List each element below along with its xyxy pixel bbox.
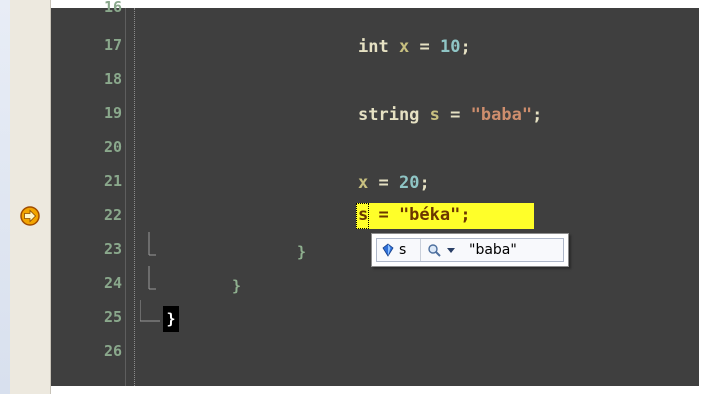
editor-surface[interactable] [51, 8, 699, 386]
line-number: 25 [103, 308, 122, 326]
identifier: x [358, 173, 369, 193]
line-number: 16 [103, 0, 122, 16]
keyword: string [358, 105, 420, 125]
indicator-margin[interactable] [10, 0, 51, 394]
field-icon [382, 243, 394, 257]
operator: = [450, 105, 461, 125]
current-statement-arrow-icon[interactable] [20, 206, 40, 226]
identifier: s [429, 105, 440, 125]
line-number: 20 [103, 138, 122, 156]
keyword: int [358, 37, 389, 57]
datatip-separator [420, 239, 421, 261]
datatip-value[interactable]: "baba" [469, 242, 517, 258]
closing-brace: } [232, 277, 242, 295]
number-literal: 10 [439, 37, 461, 57]
semicolon: ; [532, 105, 543, 125]
closing-brace: } [297, 243, 307, 261]
line-number: 19 [103, 104, 122, 122]
code-line-17[interactable]: int x = 10; [358, 37, 471, 57]
line-number: 17 [103, 36, 122, 54]
line-number: 18 [103, 70, 122, 88]
code-line-22[interactable]: s = "béka"; [358, 205, 471, 225]
line-number: 22 [103, 206, 122, 224]
identifier: x [398, 37, 410, 57]
string-literal: "baba" [470, 105, 533, 125]
line-number: 23 [103, 240, 122, 258]
chevron-down-icon[interactable] [447, 248, 455, 253]
window-right-border [699, 0, 707, 394]
magnifier-icon[interactable] [427, 243, 443, 257]
code-editor-window [0, 0, 707, 394]
line-number: 24 [103, 274, 122, 292]
window-bottom-border [51, 386, 699, 394]
operator: = [419, 37, 430, 57]
code-line-21[interactable]: x = 20; [358, 173, 430, 193]
operator: = [378, 173, 389, 193]
line-number: 26 [103, 342, 122, 360]
datatip-variable-name: s [399, 242, 407, 258]
datatip-row[interactable]: s "baba" [376, 238, 564, 262]
matched-closing-brace: } [163, 306, 179, 332]
semicolon: ; [460, 37, 471, 57]
number-literal: 20 [399, 173, 420, 193]
line-number: 21 [103, 172, 122, 190]
semicolon: ; [419, 173, 430, 193]
line-number-separator [125, 8, 126, 386]
code-line-19[interactable]: string s = "baba"; [358, 105, 542, 125]
outlining-end-markers [140, 232, 160, 322]
outlining-guide [134, 8, 135, 386]
datatip-popup[interactable]: s "baba" [371, 233, 569, 267]
